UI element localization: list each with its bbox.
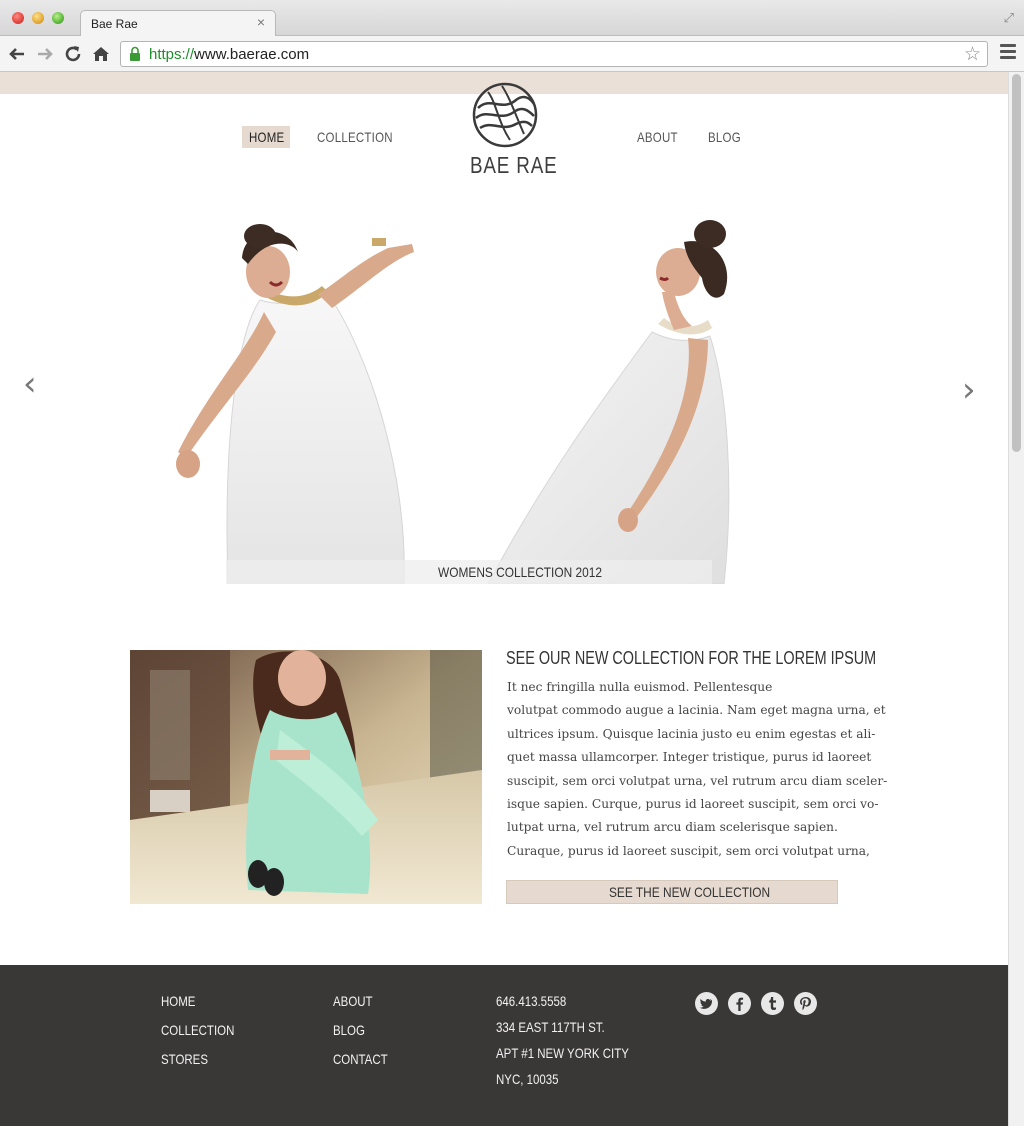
- facebook-icon[interactable]: [728, 992, 751, 1015]
- feature-body-line: quet massa ullamcorper. Integer tristiqu…: [507, 750, 872, 765]
- cta-label: SEE THE NEW COLLECTION: [609, 884, 771, 900]
- address-bar[interactable]: https://www.baerae.com ☆: [120, 41, 988, 67]
- close-window-button[interactable]: [12, 12, 24, 24]
- scrollbar-thumb[interactable]: [1012, 74, 1021, 452]
- home-icon[interactable]: [90, 43, 112, 65]
- feature-body-line: suscipit, sem orci volutpat urna, vel ru…: [507, 773, 888, 788]
- twitter-icon[interactable]: [695, 992, 718, 1015]
- footer-phone: 646.413.5558: [496, 993, 567, 1009]
- url-text: https://www.baerae.com: [149, 46, 310, 63]
- footer-collection-link[interactable]: COLLECTION: [161, 1022, 234, 1038]
- footer-home-link[interactable]: HOME: [161, 993, 195, 1009]
- slider-next-icon[interactable]: ›: [962, 370, 976, 410]
- footer-address-line: 334 EAST 117TH ST.: [496, 1019, 605, 1035]
- footer-contact-link[interactable]: CONTACT: [333, 1051, 388, 1067]
- bookmark-star-icon[interactable]: ☆: [964, 43, 981, 66]
- hero-caption: WOMENS COLLECTION 2012: [438, 564, 602, 580]
- feature-body-line: ultrices ipsum. Quisque lacinia justo eu…: [507, 726, 876, 741]
- footer-blog-link[interactable]: BLOG: [333, 1022, 365, 1038]
- page-scrollbar[interactable]: [1008, 72, 1024, 1126]
- hero-model-photo-right: [488, 212, 742, 584]
- feature-body-text: It nec fringilla nulla euismod. Pellente…: [507, 676, 888, 863]
- back-arrow-icon[interactable]: [6, 43, 28, 65]
- brand-name[interactable]: BAE RAE: [470, 152, 558, 179]
- zoom-window-button[interactable]: [52, 12, 64, 24]
- see-new-collection-button[interactable]: SEE THE NEW COLLECTION: [506, 880, 838, 904]
- feature-body-line: Curaque, purus id laoreet suscipit, sem …: [507, 843, 870, 858]
- feature-title: SEE OUR NEW COLLECTION FOR THE LOREM IPS…: [506, 648, 877, 668]
- footer-stores-link[interactable]: STORES: [161, 1051, 208, 1067]
- lock-icon: [130, 46, 140, 61]
- nav-about-link[interactable]: ABOUT: [637, 129, 678, 145]
- reload-icon[interactable]: [62, 43, 84, 65]
- brand-logo-icon[interactable]: [472, 82, 538, 148]
- forward-arrow-icon[interactable]: [34, 43, 56, 65]
- browser-title-bar: Bae Rae × ⤢: [0, 0, 1024, 37]
- hero-model-photo-left: [168, 212, 422, 584]
- tab-close-icon[interactable]: ×: [257, 14, 265, 30]
- footer-address-line: NYC, 10035: [496, 1071, 559, 1087]
- feature-body-line: lutpat urna, vel rutrum arcu diam sceler…: [507, 820, 838, 835]
- fullscreen-icon[interactable]: ⤢: [1004, 10, 1014, 26]
- feature-model-photo: [130, 650, 482, 904]
- slider-prev-icon[interactable]: ‹: [23, 364, 37, 404]
- feature-body-line: isque sapien. Curque, purus id laoreet s…: [507, 797, 879, 812]
- feature-body-line: It nec fringilla nulla euismod. Pellente…: [507, 680, 773, 694]
- site-footer: HOME COLLECTION STORES ABOUT BLOG CONTAC…: [0, 965, 1008, 1126]
- nav-home-link[interactable]: HOME: [249, 129, 284, 145]
- footer-about-link[interactable]: ABOUT: [333, 993, 373, 1009]
- tab-title: Bae Rae: [91, 17, 138, 31]
- browser-toolbar: https://www.baerae.com ☆: [0, 36, 1024, 72]
- pinterest-icon[interactable]: [794, 992, 817, 1015]
- feature-body-line: volutpat commodo augue a lacinia. Nam eg…: [507, 703, 886, 718]
- nav-collection-link[interactable]: COLLECTION: [317, 129, 393, 145]
- nav-blog-link[interactable]: BLOG: [708, 129, 741, 145]
- browser-tab[interactable]: Bae Rae ×: [80, 10, 276, 37]
- web-page: HOME COLLECTION ABOUT BLOG BAE RAE ‹ › W…: [0, 72, 1008, 1126]
- footer-address-line: APT #1 NEW YORK CITY: [496, 1045, 629, 1061]
- browser-menu-icon[interactable]: [1000, 44, 1016, 64]
- minimize-window-button[interactable]: [32, 12, 44, 24]
- tumblr-icon[interactable]: [761, 992, 784, 1015]
